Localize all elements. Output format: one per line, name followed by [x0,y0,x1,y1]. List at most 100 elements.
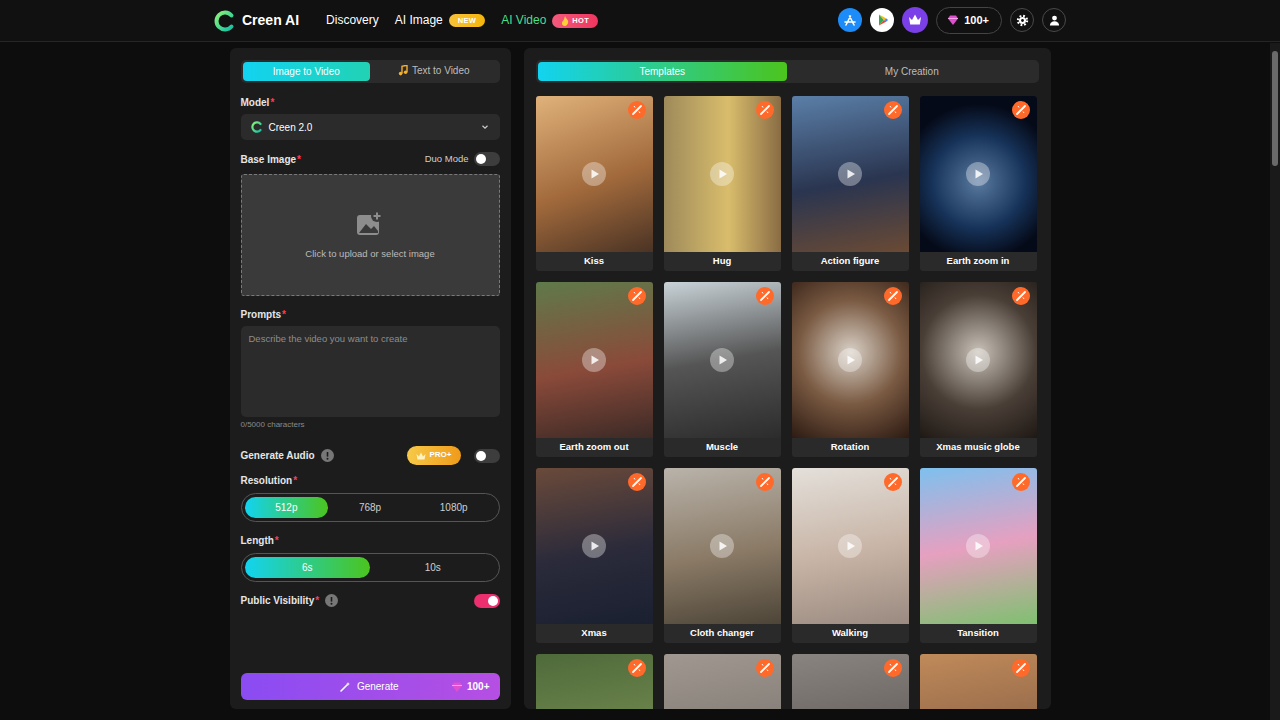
toggle-knob [488,596,498,606]
nav-link[interactable]: Discovery [326,13,379,29]
info-icon[interactable] [321,449,334,462]
template-preview [920,282,1037,438]
template-card[interactable] [664,654,781,709]
template-card[interactable]: Hug [664,96,781,271]
app-store-icon[interactable] [838,8,862,32]
upload-hint[interactable]: Click to upload or select image [305,248,434,260]
play-icon[interactable] [582,348,606,372]
play-icon[interactable] [582,534,606,558]
settings-button[interactable] [1010,8,1034,32]
scrollbar-thumb[interactable] [1272,51,1278,166]
label-text: Base Image [241,153,297,166]
length: 6s 10s [241,553,500,582]
play-icon[interactable] [710,534,734,558]
nav-label[interactable]: Discovery [326,13,379,29]
play-icon[interactable] [966,162,990,186]
model-value[interactable]: Creen 2.0 [269,121,474,134]
nav-link[interactable]: AI Image NEW [395,13,485,29]
field-label: Length* [241,534,500,547]
template-label: Earth zoom in [920,252,1037,271]
generate-button[interactable]: Generate 100+ [241,673,500,700]
scrollbar[interactable] [1270,43,1280,720]
play-icon[interactable] [838,162,862,186]
nav-link[interactable]: AI VideoHOT [501,13,598,29]
template-card[interactable] [536,654,653,709]
template-card[interactable]: Xmas [536,468,653,643]
pro-badge-icon [1012,287,1030,305]
settings-panel: Image to VideoText to VideoModel*Creen 2… [230,48,511,709]
prompt-input[interactable] [241,326,500,417]
header-actions: 100+ [838,7,1066,33]
template-card[interactable]: Kiss [536,96,653,271]
template-preview [792,282,909,438]
public-visibility-toggle[interactable] [474,594,500,608]
option-label: 512p [275,501,297,514]
template-card[interactable]: Earth zoom in [920,96,1037,271]
required-mark: * [315,594,319,607]
mode-tab-option[interactable]: Image to Video [243,62,371,81]
option-label: Text to Video [412,64,470,77]
mode-tab-option[interactable]: Text to Video [370,62,498,81]
duo-mode-toggle[interactable] [474,152,500,166]
play-icon[interactable] [966,348,990,372]
template-card[interactable] [920,654,1037,709]
duo-mode: Duo Mode [425,152,500,166]
model-select[interactable]: Creen 2.0 [241,114,500,140]
template-preview [920,468,1037,624]
label-text: Public Visibility [241,594,315,607]
template-card[interactable] [792,654,909,709]
resolution-option[interactable]: 512p [245,497,329,518]
nav-label[interactable]: AI Video [501,13,546,29]
badge-content: NEW [458,16,476,26]
play-icon[interactable] [838,348,862,372]
pro-badge-text: PRO+ [429,450,451,460]
credits-count[interactable]: 100+ [964,13,989,27]
template-card[interactable]: Xmas music globe [920,282,1037,457]
play-icon[interactable] [710,348,734,372]
play-icon[interactable] [966,534,990,558]
play-icon[interactable] [582,162,606,186]
template-card[interactable]: Cloth changer [664,468,781,643]
google-play-icon[interactable] [870,8,894,32]
field-label: Generate Audio [241,449,315,462]
logo-icon[interactable] [214,10,236,32]
template-card[interactable]: Rotation [792,282,909,457]
resolution-option[interactable]: 768p [328,497,412,518]
template-card[interactable]: Muscle [664,282,781,457]
field-label: Prompts* [241,308,500,321]
crown-icon[interactable] [902,7,928,33]
template-card[interactable]: Earth zoom out [536,282,653,457]
resolution-option[interactable]: 1080p [412,497,496,518]
option-content: My Creation [885,65,939,78]
top-nav: Creen AI Discovery AI Image NEW AI VideoHOT… [0,0,1280,42]
generate-cost: 100+ [451,680,490,693]
account-button[interactable] [1042,8,1066,32]
option-label: 10s [425,561,441,574]
play-icon[interactable] [710,162,734,186]
info-icon[interactable] [325,594,338,607]
gem-icon [451,681,463,693]
pro-badge-icon [1012,101,1030,119]
required-mark: * [293,474,297,487]
template-preview [792,96,909,252]
brand-name[interactable]: Creen AI [242,11,299,29]
play-icon[interactable] [838,534,862,558]
duo-mode-label: Duo Mode [425,153,469,165]
generate-audio-toggle[interactable] [474,449,500,463]
template-card[interactable]: Tansition [920,468,1037,643]
template-card[interactable]: Action figure [792,96,909,271]
pro-badge-icon [884,101,902,119]
brand[interactable]: Creen AI [214,10,299,32]
template-label: Kiss [536,252,653,271]
upload-area[interactable]: Click to upload or select image [241,174,500,296]
generate-label[interactable]: Generate [357,680,399,693]
pro-badge-icon [628,287,646,305]
length-option[interactable]: 10s [370,557,496,578]
content-tab-option[interactable]: My Creation [787,62,1037,81]
template-card[interactable]: Walking [792,468,909,643]
option-content: 6s [302,561,313,574]
credits-pill[interactable]: 100+ [936,7,1002,33]
length-option[interactable]: 6s [245,557,371,578]
content-tab-option[interactable]: Templates [538,62,788,81]
nav-label[interactable]: AI Image [395,13,443,29]
